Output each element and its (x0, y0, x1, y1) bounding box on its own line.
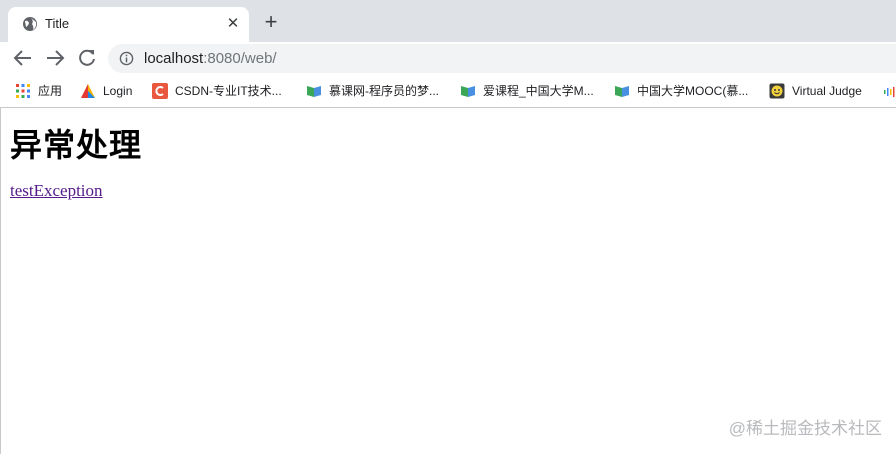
csdn-icon (152, 83, 168, 99)
new-tab-button[interactable]: + (260, 11, 282, 33)
test-exception-link[interactable]: testException (10, 181, 103, 201)
bookmark-label: 慕课网-程序员的梦... (329, 84, 439, 98)
browser-tab[interactable]: Title ✕ (8, 7, 249, 42)
watermark: @稀土掘金技术社区 (728, 419, 882, 438)
apps-grid-icon (16, 84, 30, 98)
login-favicon (81, 84, 95, 98)
icourse-icon (461, 86, 475, 97)
forward-arrow-icon[interactable] (43, 46, 67, 70)
bookmark-label: CSDN-专业IT技术... (175, 84, 282, 98)
imooc-icon (307, 86, 321, 97)
tab-strip: Title ✕ + (0, 0, 896, 42)
reload-icon[interactable] (75, 46, 99, 70)
bookmark-overflow-icon[interactable] (884, 86, 896, 98)
address-bar[interactable]: localhost:8080/web/ (108, 44, 896, 73)
vjudge-icon (769, 83, 785, 99)
bookmark-label: 应用 (38, 84, 63, 98)
tab-title: Title (45, 16, 70, 31)
url-path: :8080/web/ (203, 50, 277, 67)
page-content: 异常处理 testException @稀土掘金技术社区 (0, 108, 896, 454)
bookmark-label: 爱课程_中国大学M... (483, 84, 594, 98)
bookmark-label: Login (103, 84, 133, 98)
mooc-icon (615, 86, 629, 97)
url-host: localhost (144, 50, 204, 67)
tab-close-icon[interactable]: ✕ (222, 13, 244, 35)
bookmarks-bar: 应用 Login CSDN-专业IT技术... 慕课网-程序员的梦... 爱课程… (0, 75, 896, 108)
bookmark-label: 中国大学MOOC(慕... (637, 84, 749, 98)
info-icon[interactable] (119, 51, 134, 66)
globe-icon (23, 17, 37, 31)
page-heading: 异常处理 (10, 126, 143, 164)
browser-toolbar: localhost:8080/web/ (0, 42, 896, 75)
url-text[interactable]: localhost:8080/web/ (144, 50, 277, 67)
back-arrow-icon[interactable] (11, 46, 35, 70)
bookmark-label: Virtual Judge (792, 84, 862, 98)
